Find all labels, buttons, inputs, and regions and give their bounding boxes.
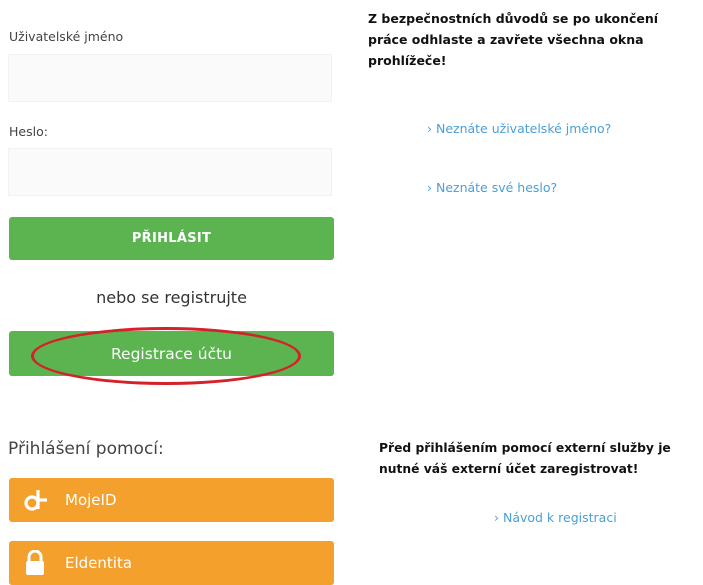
password-label: Heslo: [9,124,48,139]
external-notice: Před přihlášením pomocí externí služby j… [379,441,671,476]
eidentita-label: Eldentita [65,554,133,572]
mojeid-button[interactable]: MojeID [9,478,334,522]
security-notice: Z bezpečnostních důvodů se po ukončení p… [368,11,659,68]
username-input[interactable] [8,54,332,102]
mojeid-icon [9,488,61,512]
register-button[interactable]: Registrace účtu [9,331,334,376]
password-input[interactable] [8,148,332,196]
eidentita-button[interactable]: Eldentita [9,541,334,585]
forgot-username-link[interactable]: › Neznáte uživatelské jméno? [427,118,627,139]
registration-guide-link[interactable]: › Návod k registraci [494,507,617,528]
login-button-label: PŘIHLÁSIT [131,231,212,246]
register-button-label: Registrace účtu [110,344,232,363]
login-button[interactable]: PŘIHLÁSIT [9,217,334,260]
username-label: Uživatelské jméno [9,29,124,44]
external-login-heading: Přihlášení pomocí: [8,439,164,459]
forgot-password-link[interactable]: › Neznáte své heslo? [427,177,557,198]
lock-icon [9,550,61,576]
mojeid-label: MojeID [65,491,117,509]
register-hint: nebo se registrujte [96,288,247,307]
